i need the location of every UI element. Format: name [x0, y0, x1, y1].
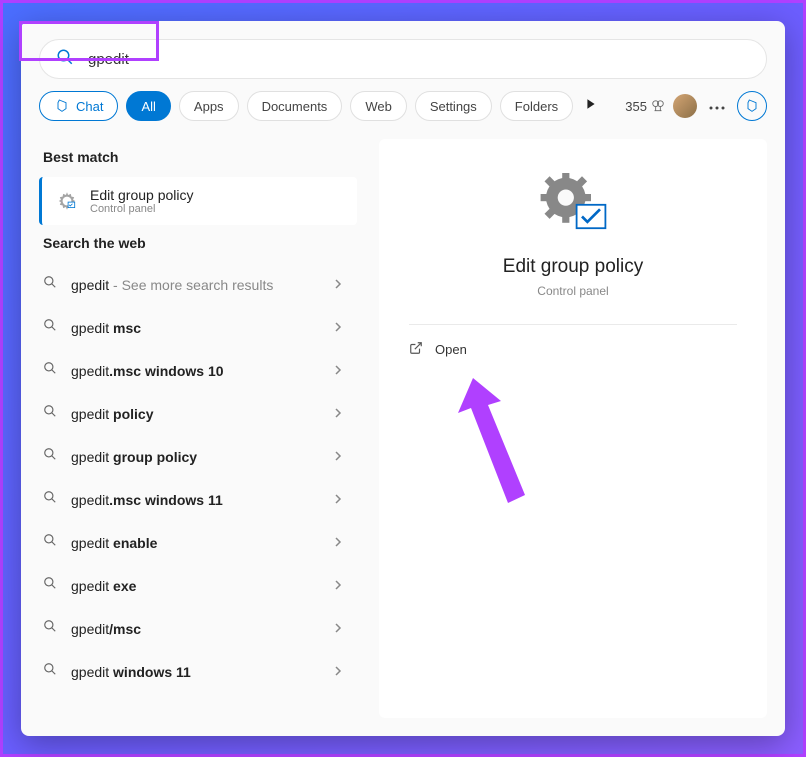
web-result-item[interactable]: gpedit msc	[39, 306, 357, 349]
more-icon[interactable]	[705, 93, 729, 119]
preview-panel: Edit group policy Control panel Open	[379, 139, 767, 718]
web-result-item[interactable]: gpedit group policy	[39, 435, 357, 478]
web-result-item[interactable]: gpedit.msc windows 11	[39, 478, 357, 521]
gear-icon	[537, 173, 609, 238]
web-result-item[interactable]: gpedit exe	[39, 564, 357, 607]
filter-chat[interactable]: Chat	[39, 91, 118, 121]
search-window: Chat All Apps Documents Web Settings Fol…	[21, 21, 785, 736]
best-match-header: Best match	[39, 139, 361, 177]
search-icon	[43, 662, 57, 681]
preview-title: Edit group policy	[503, 256, 643, 278]
chevron-right-icon	[333, 663, 343, 681]
web-result-item[interactable]: gpedit/msc	[39, 607, 357, 650]
filter-all[interactable]: All	[126, 91, 170, 121]
web-results-header: Search the web	[39, 225, 361, 263]
chevron-right-icon	[333, 448, 343, 466]
best-match-title: Edit group policy	[90, 187, 194, 203]
web-result-item[interactable]: gpedit policy	[39, 392, 357, 435]
chevron-right-icon	[333, 491, 343, 509]
chevron-right-icon	[333, 405, 343, 423]
play-icon[interactable]	[581, 93, 601, 119]
search-icon	[43, 576, 57, 595]
web-result-text: gpedit windows 11	[71, 664, 319, 680]
rewards-points[interactable]: 355	[625, 99, 665, 114]
search-icon	[43, 619, 57, 638]
web-result-text: gpedit group policy	[71, 449, 319, 465]
filter-web[interactable]: Web	[350, 91, 407, 121]
open-label: Open	[435, 342, 467, 357]
search-input[interactable]	[88, 51, 750, 68]
filter-folders[interactable]: Folders	[500, 91, 573, 121]
filter-settings[interactable]: Settings	[415, 91, 492, 121]
search-icon	[43, 318, 57, 337]
web-result-text: gpedit.msc windows 11	[71, 492, 319, 508]
web-result-text: gpedit - See more search results	[71, 277, 319, 293]
web-result-item[interactable]: gpedit enable	[39, 521, 357, 564]
web-result-item[interactable]: gpedit.msc windows 10	[39, 349, 357, 392]
web-result-text: gpedit exe	[71, 578, 319, 594]
open-external-icon	[409, 341, 423, 358]
open-action[interactable]: Open	[409, 325, 737, 374]
filter-apps[interactable]: Apps	[179, 91, 239, 121]
filter-row: Chat All Apps Documents Web Settings Fol…	[21, 91, 785, 135]
web-result-text: gpedit policy	[71, 406, 319, 422]
chevron-right-icon	[333, 577, 343, 595]
gear-icon	[56, 190, 78, 212]
search-icon	[43, 275, 57, 294]
preview-subtitle: Control panel	[537, 284, 608, 298]
filter-chat-label: Chat	[76, 99, 103, 114]
search-icon	[43, 404, 57, 423]
search-icon	[43, 533, 57, 552]
filter-documents[interactable]: Documents	[247, 91, 343, 121]
best-match-result[interactable]: Edit group policy Control panel	[39, 177, 357, 225]
bing-chat-icon[interactable]	[737, 91, 767, 121]
chevron-right-icon	[333, 362, 343, 380]
search-icon	[56, 48, 74, 71]
web-result-text: gpedit enable	[71, 535, 319, 551]
web-result-text: gpedit msc	[71, 320, 319, 336]
search-icon	[43, 361, 57, 380]
search-icon	[43, 447, 57, 466]
web-result-text: gpedit/msc	[71, 621, 319, 637]
results-panel: Best match Edit group policy Control pan…	[21, 135, 361, 736]
web-result-text: gpedit.msc windows 10	[71, 363, 319, 379]
chevron-right-icon	[333, 319, 343, 337]
avatar[interactable]	[673, 94, 697, 118]
web-result-item[interactable]: gpedit - See more search results	[39, 263, 357, 306]
chevron-right-icon	[333, 620, 343, 638]
search-bar[interactable]	[39, 39, 767, 79]
chevron-right-icon	[333, 276, 343, 294]
search-icon	[43, 490, 57, 509]
web-result-item[interactable]: gpedit windows 11	[39, 650, 357, 693]
best-match-subtitle: Control panel	[90, 203, 194, 215]
chevron-right-icon	[333, 534, 343, 552]
